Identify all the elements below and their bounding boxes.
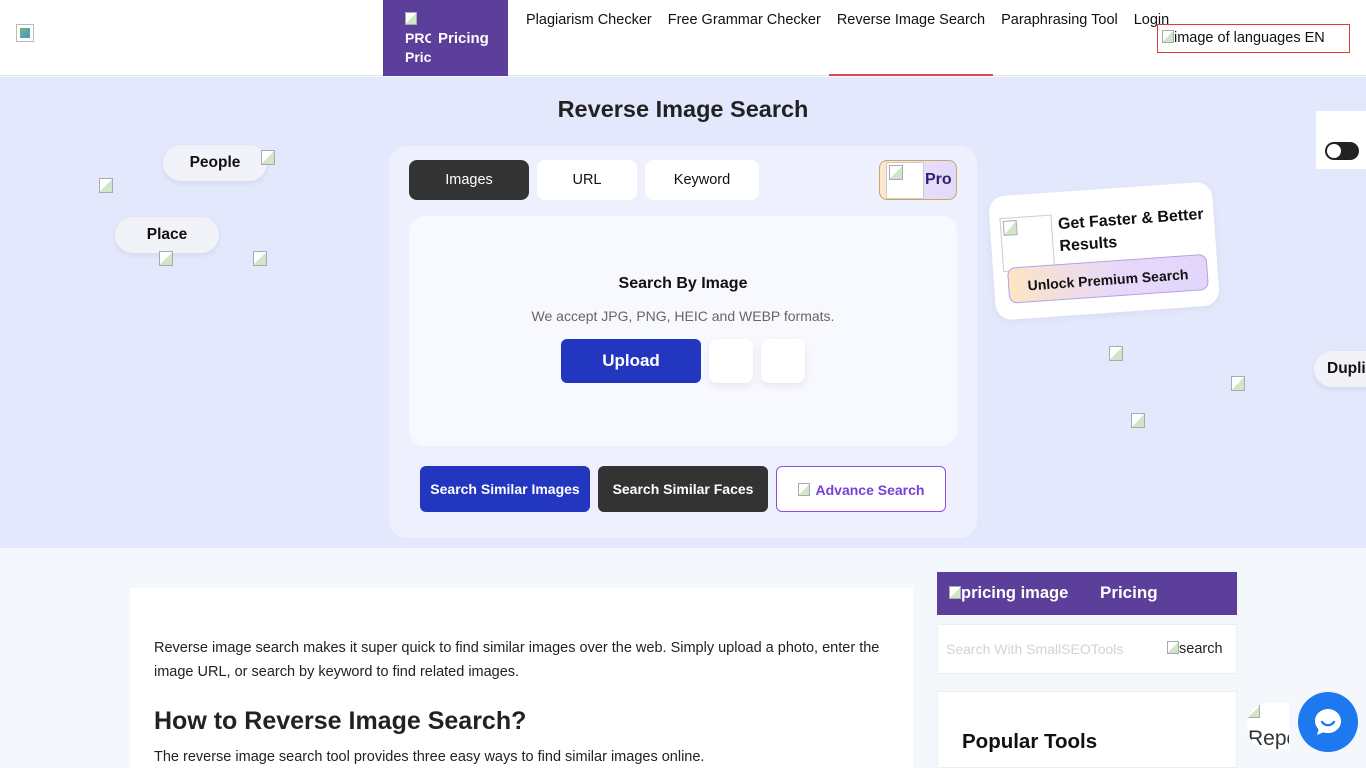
upload-button[interactable]: Upload [561, 339, 701, 383]
dropzone-subtitle: We accept JPG, PNG, HEIC and WEBP format… [531, 308, 835, 324]
section-paragraph: The reverse image search tool provides t… [154, 749, 705, 765]
site-header: PRO Pric Pricing Plagiarism Checker Free… [0, 0, 1366, 76]
premium-promo-card: Get Faster & Better Results Unlock Premi… [987, 181, 1221, 321]
sidebar-pricing-banner[interactable]: pricing image Pricing [937, 572, 1237, 615]
report-icon [1248, 705, 1260, 718]
page-title: Reverse Image Search [557, 96, 809, 122]
hero-section: Reverse Image Search People Place Duplic… [0, 77, 1366, 548]
decor-image [99, 178, 115, 194]
main-nav: Plagiarism Checker Free Grammar Checker … [518, 0, 1177, 76]
report-button[interactable]: Report [1247, 703, 1289, 749]
decor-image [1109, 346, 1125, 362]
advance-search-icon [797, 483, 810, 496]
decor-image [1231, 376, 1247, 392]
pro-label: Pro [925, 171, 952, 188]
nav-plagiarism-checker[interactable]: Plagiarism Checker [518, 0, 660, 76]
search-card: Images URL Keyword Pro Search By Image W… [389, 146, 977, 538]
dropzone-title: Search By Image [618, 275, 748, 292]
article-content: Reverse image search makes it super quic… [130, 588, 913, 768]
language-selector[interactable]: image of languages EN [1157, 24, 1350, 53]
chip-place: Place [115, 217, 219, 253]
sidebar-pricing-label: Pricing [1100, 583, 1158, 602]
decor-image [1131, 413, 1147, 429]
decor-image [253, 251, 269, 267]
language-code: EN [1304, 30, 1325, 46]
header-pricing-button[interactable]: PRO Pric Pricing [383, 0, 508, 76]
report-label: Report [1248, 727, 1289, 749]
chat-button[interactable] [1298, 692, 1358, 752]
decor-image [261, 150, 277, 166]
search-similar-faces-button[interactable]: Search Similar Faces [598, 466, 768, 512]
language-flag-icon [1162, 30, 1174, 43]
tab-images[interactable]: Images [409, 160, 529, 200]
chip-people: People [163, 145, 267, 181]
pricing-image: pricing image [949, 584, 1068, 603]
advance-search-label: Advance Search [815, 482, 925, 498]
site-logo[interactable] [16, 24, 34, 42]
site-search-input[interactable] [946, 635, 1156, 663]
theme-toggle-panel [1316, 111, 1366, 169]
search-icon[interactable]: search [1167, 641, 1223, 657]
header-pricing-label: Pricing [438, 30, 489, 47]
upload-dropzone[interactable]: Search By Image We accept JPG, PNG, HEIC… [409, 216, 957, 446]
sidebar-search: search [937, 624, 1237, 674]
nav-reverse-image-search[interactable]: Reverse Image Search [828, 0, 994, 76]
promo-heading: Get Faster & Better Results [1057, 205, 1205, 256]
nav-free-grammar-checker[interactable]: Free Grammar Checker [660, 0, 829, 76]
dark-mode-toggle[interactable] [1325, 142, 1359, 160]
pro-button[interactable]: Pro [879, 160, 957, 200]
section-heading: How to Reverse Image Search? [154, 707, 527, 735]
chat-bubble-icon [1315, 709, 1341, 735]
crown-icon [886, 162, 924, 199]
tab-url[interactable]: URL [537, 160, 637, 200]
nav-paraphrasing-tool[interactable]: Paraphrasing Tool [993, 0, 1126, 76]
language-image-alt: image of languages [1174, 30, 1301, 46]
intro-paragraph: Reverse image search makes it super quic… [154, 640, 880, 680]
chip-duplicate: Duplic [1314, 351, 1366, 387]
upload-from-drive-button[interactable] [709, 339, 753, 383]
pricing-badge-image: PRO Pric [405, 10, 431, 66]
advance-search-button[interactable]: Advance Search [776, 466, 946, 512]
decor-image [159, 251, 175, 267]
upload-from-dropbox-button[interactable] [761, 339, 805, 383]
popular-tools-panel: Popular Tools [937, 691, 1237, 768]
promo-icon [999, 214, 1056, 273]
popular-tools-title: Popular Tools [962, 730, 1098, 753]
tab-keyword[interactable]: Keyword [645, 160, 759, 200]
search-similar-images-button[interactable]: Search Similar Images [420, 466, 590, 512]
